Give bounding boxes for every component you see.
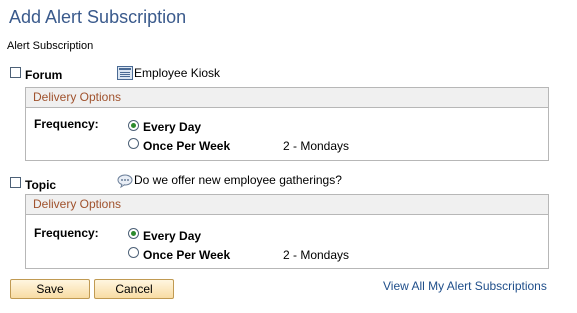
weekly-day-text: 2 - Mondays (283, 248, 350, 262)
delivery-options-header: Delivery Options (26, 88, 548, 108)
once-per-week-radio[interactable] (128, 138, 139, 149)
forum-checkbox[interactable] (10, 67, 21, 78)
forum-label: Forum (25, 68, 63, 82)
every-day-label: Every Day (143, 120, 202, 134)
frequency-label: Frequency: (34, 117, 99, 131)
delivery-options-header: Delivery Options (26, 195, 548, 215)
save-button[interactable]: Save (10, 279, 90, 299)
page-title: Add Alert Subscription (9, 7, 187, 27)
every-day-label: Every Day (143, 229, 202, 243)
topic-name: Do we offer new employee gatherings? (134, 173, 342, 187)
topic-label: Topic (25, 178, 57, 192)
forum-delivery-options: Delivery Options Frequency: Every Day On… (25, 87, 549, 161)
topic-delivery-options: Delivery Options Frequency: Every Day On… (25, 194, 549, 269)
cancel-button[interactable]: Cancel (94, 279, 174, 299)
every-day-radio[interactable] (128, 120, 139, 131)
view-all-subscriptions-link[interactable]: View All My Alert Subscriptions (383, 279, 547, 293)
once-per-week-label: Once Per Week (143, 139, 231, 153)
topic-checkbox[interactable] (10, 177, 21, 188)
weekly-day-text: 2 - Mondays (283, 139, 350, 153)
every-day-radio[interactable] (128, 228, 139, 239)
once-per-week-label: Once Per Week (143, 248, 231, 262)
discussion-bubble-icon (117, 174, 133, 189)
section-label: Alert Subscription (7, 40, 94, 52)
frequency-label: Frequency: (34, 226, 99, 240)
forum-name: Employee Kiosk (134, 66, 221, 80)
once-per-week-radio[interactable] (128, 247, 139, 258)
forum-icon (117, 66, 133, 80)
